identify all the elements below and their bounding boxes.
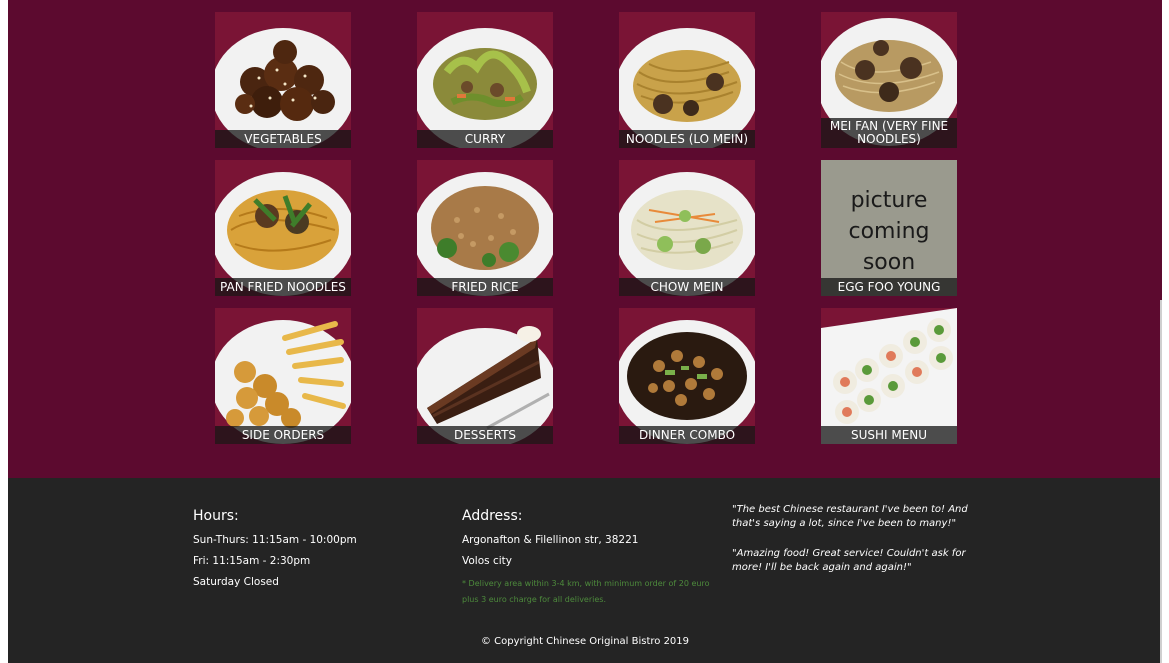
hours-line: Saturday Closed	[193, 576, 279, 588]
menu-item-side-orders[interactable]: SIDE ORDERS	[215, 308, 351, 444]
menu-item-label: DESSERTS	[417, 426, 553, 444]
dinner-combo-photo	[619, 308, 755, 444]
menu-item-label: EGG FOO YOUNG	[821, 278, 957, 296]
fried-rice-photo	[417, 160, 553, 296]
address-line: Argonafton & Filellinon str, 38221	[462, 534, 639, 546]
testimonials-section: "The best Chinese restaurant I've been t…	[732, 503, 972, 591]
menu-item-noodles-lo-mein[interactable]: NOODLES (LO MEIN)	[619, 12, 755, 148]
address-title: Address:	[462, 508, 523, 524]
testimonial-quote: "The best Chinese restaurant I've been t…	[732, 504, 968, 529]
testimonial-quote: "Amazing food! Great service! Couldn't a…	[732, 548, 966, 573]
menu-item-vegetables[interactable]: VEGETABLES	[215, 12, 351, 148]
address-section: Address: Argonafton & Filellinon str, 38…	[462, 508, 712, 608]
delivery-note: * Delivery area within 3-4 km, with mini…	[462, 579, 710, 604]
menu-item-mei-fan[interactable]: MEI FAN (VERY FINE NOODLES)	[821, 12, 957, 148]
hours-title: Hours:	[193, 508, 239, 524]
scrollbar[interactable]	[1160, 300, 1162, 663]
menu-item-curry[interactable]: CURRY	[417, 12, 553, 148]
hours-section: Hours: Sun-Thurs: 11:15am - 10:00pm Fri:…	[193, 508, 357, 597]
menu-item-dinner-combo[interactable]: DINNER COMBO	[619, 308, 755, 444]
menu-item-label: FRIED RICE	[417, 278, 553, 296]
menu-grid: VEGETABLES CURRY NOODLES (LO MEIN) MEI F…	[215, 12, 975, 452]
page: VEGETABLES CURRY NOODLES (LO MEIN) MEI F…	[8, 0, 1162, 663]
curry-photo	[417, 12, 553, 148]
chow-mein-photo	[619, 160, 755, 296]
desserts-photo	[417, 308, 553, 444]
picture-coming-soon-placeholder: picture coming soon	[821, 160, 957, 296]
menu-item-egg-foo-young[interactable]: picture coming soon EGG FOO YOUNG	[821, 160, 957, 296]
menu-item-label: SIDE ORDERS	[215, 426, 351, 444]
menu-item-pan-fried-noodles[interactable]: PAN FRIED NOODLES	[215, 160, 351, 296]
menu-item-label: VEGETABLES	[215, 130, 351, 148]
menu-item-desserts[interactable]: DESSERTS	[417, 308, 553, 444]
menu-item-chow-mein[interactable]: CHOW MEIN	[619, 160, 755, 296]
menu-item-label: CURRY	[417, 130, 553, 148]
copyright-text: © Copyright Chinese Original Bistro 2019	[480, 636, 690, 647]
menu-item-label: DINNER COMBO	[619, 426, 755, 444]
lo-mein-photo	[619, 12, 755, 148]
menu-item-fried-rice[interactable]: FRIED RICE	[417, 160, 553, 296]
menu-item-sushi-menu[interactable]: SUSHI MENU	[821, 308, 957, 444]
vegetables-photo	[215, 12, 351, 148]
address-line: Volos city	[462, 555, 512, 567]
menu-item-label: PAN FRIED NOODLES	[215, 278, 351, 296]
menu-item-label: MEI FAN (VERY FINE NOODLES)	[821, 118, 957, 148]
menu-item-label: NOODLES (LO MEIN)	[619, 130, 755, 148]
site-footer: Hours: Sun-Thurs: 11:15am - 10:00pm Fri:…	[8, 478, 1162, 663]
menu-item-label: SUSHI MENU	[821, 426, 957, 444]
menu-item-label: CHOW MEIN	[619, 278, 755, 296]
hours-line: Sun-Thurs: 11:15am - 10:00pm	[193, 534, 357, 546]
pan-fried-noodles-photo	[215, 160, 351, 296]
side-orders-photo	[215, 308, 351, 444]
hours-line: Fri: 11:15am - 2:30pm	[193, 555, 311, 567]
sushi-photo	[821, 308, 957, 444]
